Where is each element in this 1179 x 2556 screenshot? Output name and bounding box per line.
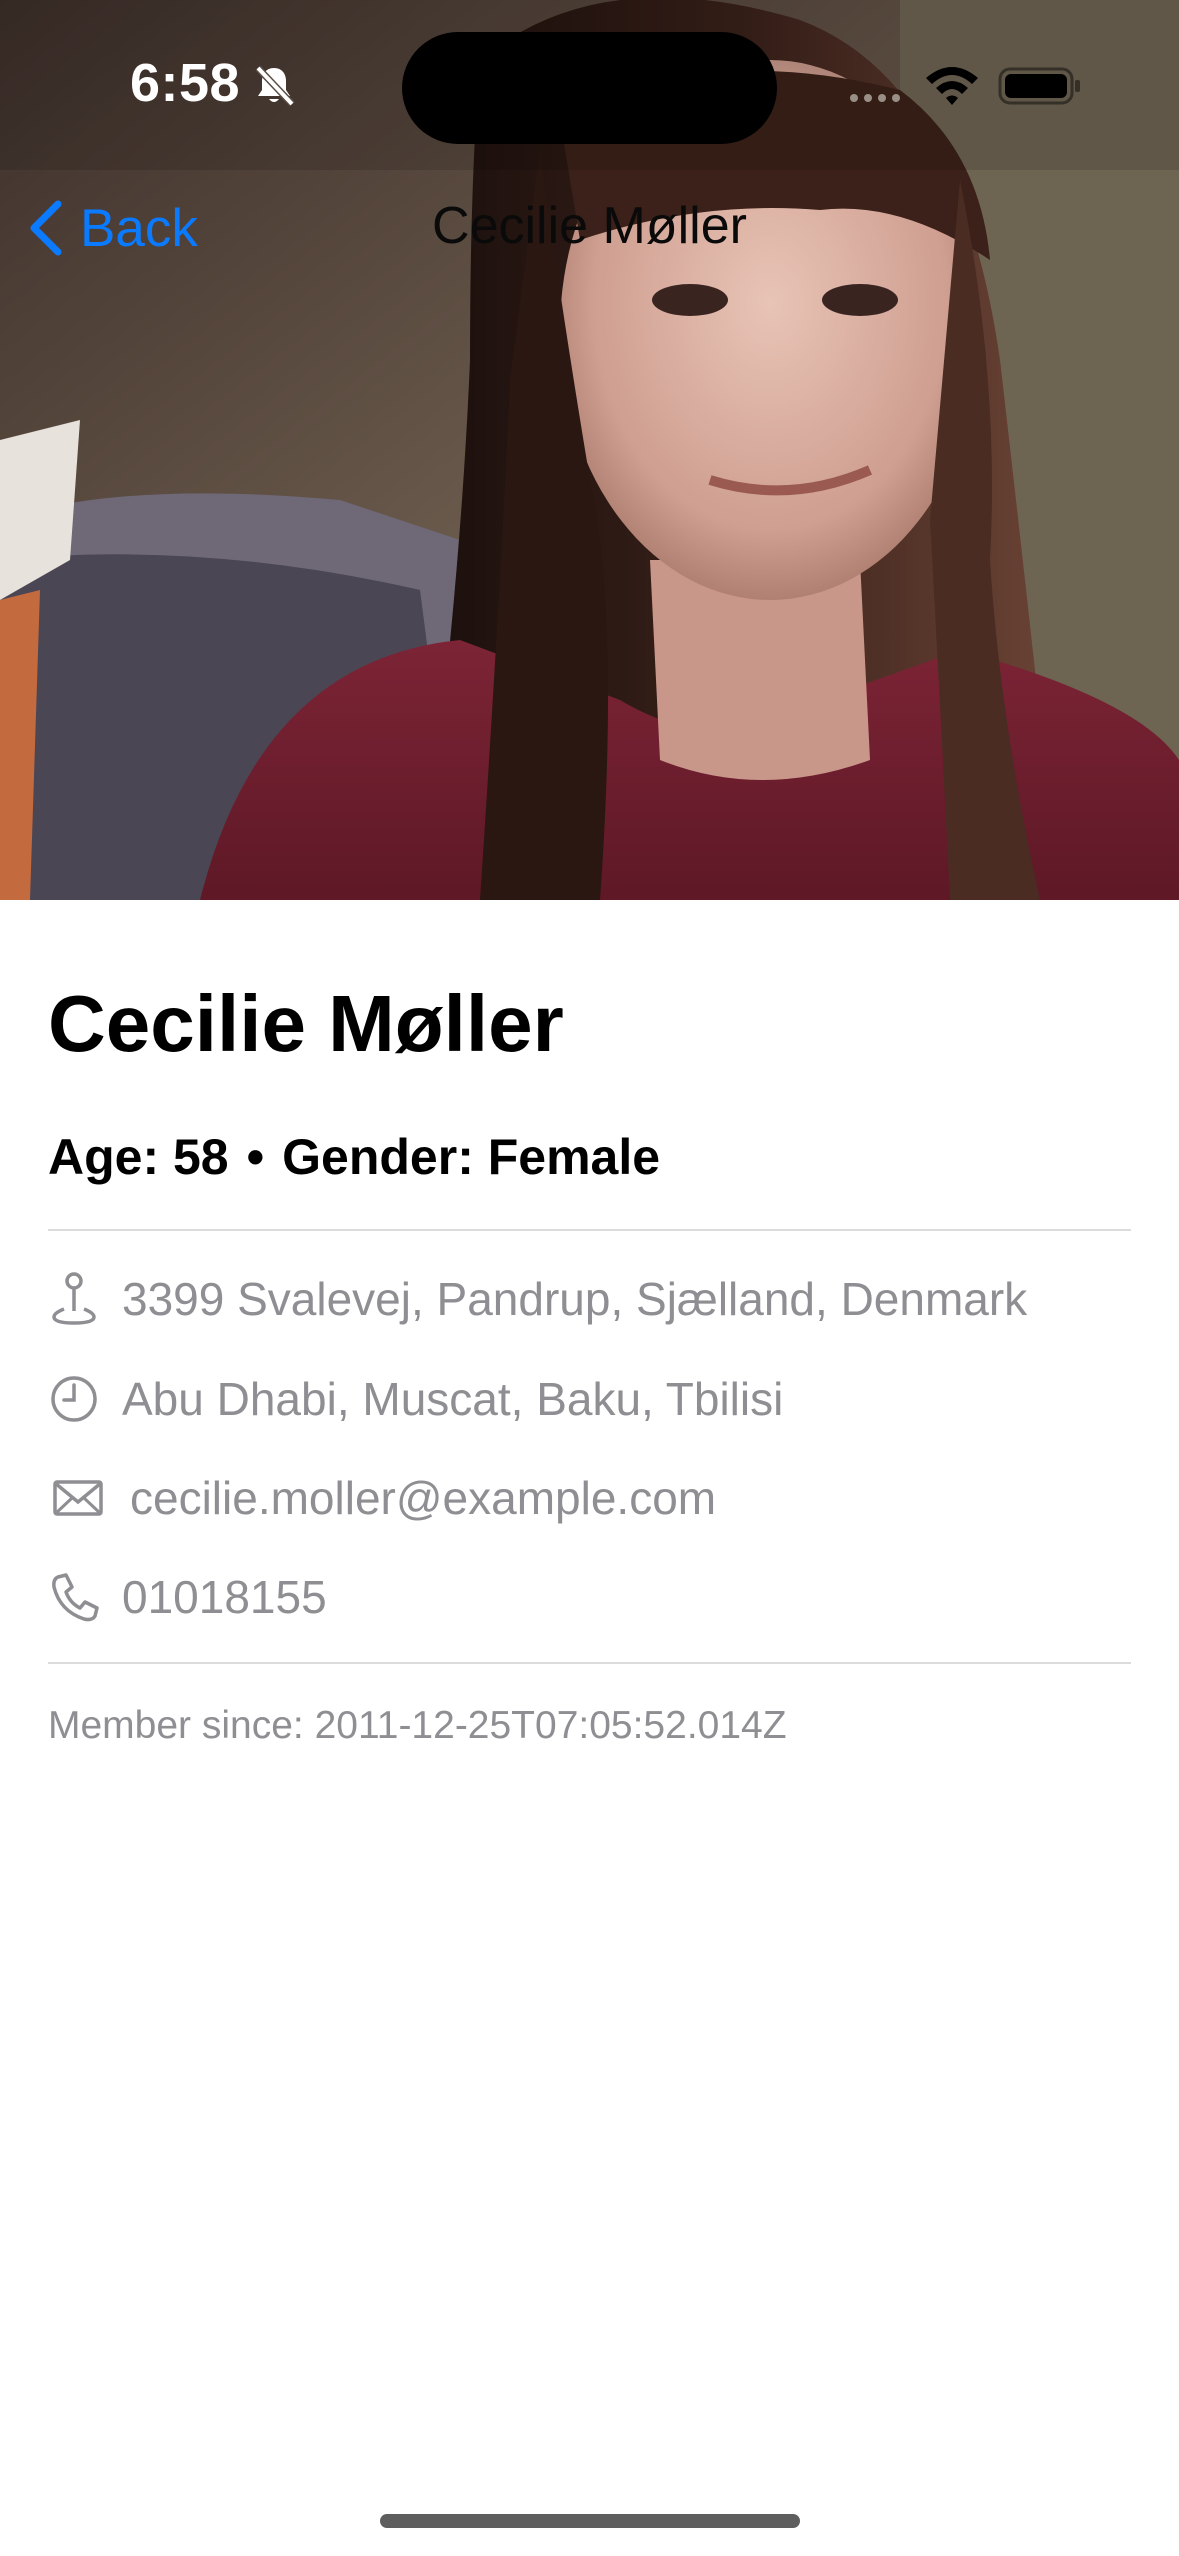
location-pin-icon [52,1272,96,1325]
wifi-icon [926,67,978,105]
member-since-text: Member since: 2011-12-25T07:05:52.014Z [48,1704,787,1747]
envelope-icon [53,1480,103,1516]
profile-age-gender: Age: 58 • Gender: Female [48,1128,660,1186]
age-text: Age: 58 [48,1129,229,1185]
gender-text: Gender: Female [282,1129,661,1185]
address-row: 3399 Svalevej, Pandrup, Sjælland, Denmar… [48,1264,1027,1334]
divider [48,1662,1131,1664]
email-row: cecilie.moller@example.com [48,1463,716,1533]
timezone-text: Abu Dhabi, Muscat, Baku, Tbilisi [122,1373,784,1425]
bell-slash-icon [255,65,295,107]
status-time: 6:58 [130,53,241,113]
home-indicator[interactable] [380,2514,800,2528]
timezone-row: Abu Dhabi, Muscat, Baku, Tbilisi [48,1364,783,1434]
cellular-icon [850,94,900,102]
dynamic-island [402,32,777,144]
email-text[interactable]: cecilie.moller@example.com [130,1471,716,1525]
phone-text[interactable]: 01018155 [122,1570,327,1624]
address-text: 3399 Svalevej, Pandrup, Sjælland, Denmar… [122,1273,1028,1325]
phone-icon [52,1573,99,1622]
separator-dot: • [246,1129,265,1185]
phone-row: 01018155 [48,1562,327,1632]
profile-name: Cecilie Møller [48,979,564,1068]
profile-detail-screen: 6:58 Back Cecilie Møller Cecilie Møller … [0,0,1179,2556]
battery-icon [998,67,1080,105]
clock-icon [51,1376,97,1422]
divider [48,1229,1131,1231]
nav-title: Cecilie Møller [432,197,747,255]
